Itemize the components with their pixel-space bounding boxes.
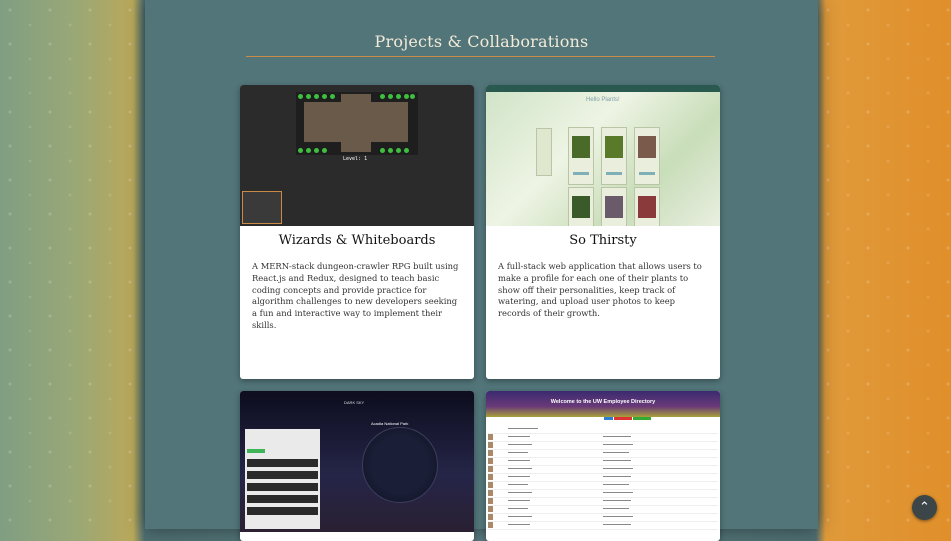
- level-label: Level: 1: [343, 156, 368, 162]
- project-card[interactable]: DARK SKY Acadia National Park: [240, 391, 474, 541]
- app-brand: DARK SKY: [344, 400, 365, 405]
- projects-section: Projects & Collaborations Level: 1 Wizar…: [145, 0, 818, 541]
- project-screenshot[interactable]: Level: 1: [240, 85, 474, 226]
- project-card[interactable]: Welcome to the UW Employee Directory: [486, 391, 720, 541]
- app-navbar: [486, 85, 720, 92]
- app-heading: Hello Plants!: [586, 97, 620, 103]
- background-pattern-left: [0, 0, 145, 529]
- project-title: So Thirsty: [569, 233, 637, 248]
- chevron-up-icon: ⌃: [919, 500, 930, 515]
- app-header: Welcome to the UW Employee Directory: [486, 391, 720, 417]
- project-card[interactable]: Hello Plants! So Thirsty A full-stack we…: [486, 85, 720, 379]
- section-title: Projects & Collaborations: [374, 32, 589, 51]
- game-board: [296, 92, 418, 155]
- project-screenshot[interactable]: DARK SKY Acadia National Park: [240, 391, 474, 532]
- sidebar-panel: [245, 429, 320, 529]
- project-card[interactable]: Level: 1 Wizards & Whiteboards A MERN-st…: [240, 85, 474, 379]
- project-screenshot[interactable]: Hello Plants!: [486, 85, 720, 226]
- project-title: Wizards & Whiteboards: [278, 233, 436, 248]
- park-name: Acadia National Park: [371, 421, 409, 426]
- project-description: A MERN-stack dungeon-crawler RPG built u…: [252, 261, 459, 330]
- scroll-to-top-button[interactable]: ⌃: [912, 495, 937, 520]
- project-description: A full-stack web application that allows…: [498, 261, 702, 319]
- project-screenshot[interactable]: Welcome to the UW Employee Directory: [486, 391, 720, 532]
- background-pattern-right: [818, 0, 951, 529]
- minimap: [242, 191, 282, 224]
- title-divider: [246, 56, 715, 57]
- star-chart: [362, 427, 438, 503]
